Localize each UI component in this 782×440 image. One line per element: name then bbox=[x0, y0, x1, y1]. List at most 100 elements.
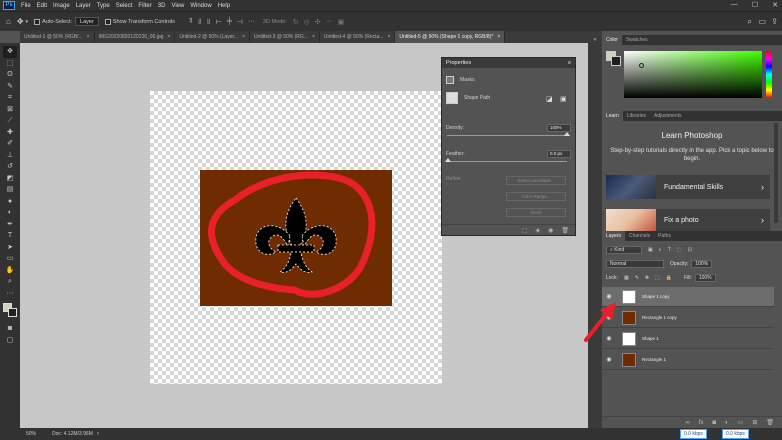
auto-select-checkbox[interactable] bbox=[34, 18, 41, 25]
blur-tool-icon[interactable]: ● bbox=[3, 196, 17, 208]
eyedropper-tool-icon[interactable]: ⟋ bbox=[3, 115, 17, 127]
tab-untitled-5[interactable]: Untitled-5 @ 50% (Shape 1 copy, RGB/8)* × bbox=[395, 31, 506, 43]
align-top-icon[interactable]: ⫪ bbox=[189, 18, 193, 26]
screen-mode-icon[interactable]: ▢ bbox=[3, 335, 17, 347]
align-middle-icon[interactable]: ⫫ bbox=[198, 18, 202, 26]
rectangle-tool-icon[interactable]: ▭ bbox=[3, 253, 17, 265]
dodge-tool-icon[interactable]: ◐ bbox=[3, 207, 17, 219]
color-field[interactable] bbox=[624, 51, 762, 98]
tab-libraries[interactable]: Libraries bbox=[623, 111, 650, 121]
move-tool-icon[interactable]: ✥ bbox=[17, 17, 24, 26]
blend-mode-dropdown[interactable]: Normal bbox=[606, 260, 664, 268]
crop-tool-icon[interactable]: ⌗ bbox=[3, 92, 17, 104]
align-center-icon[interactable]: ╪ bbox=[227, 18, 232, 26]
layer-kind-filter[interactable]: ⌕ Kind bbox=[606, 246, 642, 254]
tab-learn[interactable]: Learn bbox=[602, 111, 623, 121]
pixel-filter-icon[interactable]: ▣ bbox=[648, 247, 653, 253]
chevron-right-icon[interactable]: › bbox=[97, 431, 99, 437]
menu-window[interactable]: Window bbox=[190, 3, 211, 9]
close-icon[interactable]: × bbox=[387, 34, 390, 40]
auto-select-option[interactable]: Auto-Select: bbox=[34, 18, 72, 25]
hand-tool-icon[interactable]: ✋ bbox=[3, 265, 17, 277]
opacity-input[interactable]: 100% bbox=[691, 260, 713, 268]
tab-color[interactable]: Color bbox=[602, 35, 622, 45]
tab-untitled-2[interactable]: Untitled-2 @ 50% (Layer... × bbox=[175, 31, 250, 43]
lock-pixels-icon[interactable]: ✎ bbox=[635, 275, 639, 281]
3d-slide-icon[interactable]: ⇔ bbox=[326, 18, 333, 26]
smart-object-filter-icon[interactable]: ⊡ bbox=[688, 247, 692, 253]
shape-filter-icon[interactable]: ⬚ bbox=[677, 247, 682, 253]
layer-style-icon[interactable]: fx bbox=[699, 420, 704, 426]
collapse-icon[interactable]: « bbox=[588, 37, 602, 43]
layer-row-rectangle-1[interactable]: ◉ Rectangle 1 bbox=[602, 350, 774, 370]
delete-icon[interactable]: 🗑 bbox=[561, 227, 569, 234]
mask-thumbnail[interactable] bbox=[446, 92, 458, 104]
type-filter-icon[interactable]: T bbox=[668, 247, 671, 253]
tab-untitled-3[interactable]: Untitled-3 @ 50% (RG... × bbox=[249, 31, 320, 43]
layer-row-shape-1[interactable]: ◉ Shape 1 bbox=[602, 329, 774, 349]
type-tool-icon[interactable]: T bbox=[3, 230, 17, 242]
quick-select-tool-icon[interactable]: ✎ bbox=[3, 81, 17, 93]
density-slider-handle[interactable] bbox=[564, 132, 570, 136]
close-icon[interactable]: × bbox=[242, 34, 245, 40]
auto-select-dropdown[interactable]: Layer bbox=[75, 17, 99, 26]
close-icon[interactable]: × bbox=[167, 34, 170, 40]
minimize-button[interactable]: — bbox=[731, 1, 738, 9]
workspace-icon[interactable]: ▭ bbox=[758, 17, 766, 26]
adjustment-layer-icon[interactable]: ◐ bbox=[725, 420, 729, 426]
share-icon[interactable]: ⇪ bbox=[771, 17, 778, 26]
new-layer-icon[interactable]: ⊞ bbox=[752, 419, 757, 426]
density-input[interactable]: 100% bbox=[547, 124, 571, 132]
healing-brush-tool-icon[interactable]: ✚ bbox=[3, 127, 17, 139]
menu-3d[interactable]: 3D bbox=[158, 3, 166, 9]
menu-file[interactable]: File bbox=[21, 3, 31, 9]
zoom-tool-icon[interactable]: ⌕ bbox=[3, 276, 17, 288]
background-color-swatch[interactable] bbox=[8, 308, 17, 317]
brush-tool-icon[interactable]: ✐ bbox=[3, 138, 17, 150]
transform-controls-checkbox[interactable] bbox=[104, 18, 111, 25]
close-icon[interactable]: × bbox=[312, 34, 315, 40]
new-group-icon[interactable]: ▭ bbox=[738, 419, 744, 426]
gradient-tool-icon[interactable]: ▤ bbox=[3, 184, 17, 196]
add-pixel-mask-icon[interactable]: ◪ bbox=[546, 95, 553, 103]
feather-slider-handle[interactable] bbox=[445, 158, 451, 162]
more-tools-icon[interactable]: ··· bbox=[3, 288, 17, 300]
close-button[interactable]: ✕ bbox=[772, 1, 778, 9]
learn-card-fundamental-skills[interactable]: Fundamental Skills › bbox=[606, 175, 770, 199]
move-tool-icon[interactable]: ✥ bbox=[3, 46, 17, 58]
menu-type[interactable]: Type bbox=[97, 3, 110, 9]
visibility-eye-icon[interactable]: ◉ bbox=[604, 293, 614, 300]
feather-slider[interactable] bbox=[447, 161, 567, 162]
density-slider[interactable] bbox=[447, 135, 567, 136]
clone-stamp-tool-icon[interactable]: ⊥ bbox=[3, 150, 17, 162]
visibility-icon[interactable]: ◉ bbox=[548, 227, 553, 234]
menu-view[interactable]: View bbox=[171, 3, 184, 9]
background-color-swatch[interactable] bbox=[611, 56, 621, 66]
apply-mask-icon[interactable]: ◈ bbox=[536, 227, 541, 234]
link-layers-icon[interactable]: ∞ bbox=[685, 420, 689, 426]
tab-img[interactable]: IMG20220820120236_00.jpg × bbox=[94, 31, 176, 43]
layer-row-rectangle-1-copy[interactable]: ◉ Rectangle 1 copy bbox=[602, 308, 774, 328]
learn-card-fix-a-photo[interactable]: Fix a photo › bbox=[606, 209, 770, 231]
lock-transparency-icon[interactable]: ▦ bbox=[624, 275, 629, 281]
search-icon[interactable]: ⌕ bbox=[748, 17, 752, 27]
adjustment-filter-icon[interactable]: ◐ bbox=[659, 247, 662, 253]
3d-roll-icon[interactable]: ◎ bbox=[304, 18, 310, 26]
align-right-icon[interactable]: ⊣ bbox=[237, 18, 243, 26]
path-select-tool-icon[interactable]: ➤ bbox=[3, 242, 17, 254]
frame-tool-icon[interactable]: ⊠ bbox=[3, 104, 17, 116]
tab-swatches[interactable]: Swatches bbox=[622, 35, 652, 45]
3d-pan-icon[interactable]: ✣ bbox=[315, 18, 321, 26]
color-picker-handle[interactable] bbox=[639, 63, 644, 68]
close-icon[interactable]: × bbox=[87, 34, 90, 40]
color-range-button[interactable]: Color Range... bbox=[506, 192, 566, 201]
menu-filter[interactable]: Filter bbox=[138, 3, 151, 9]
add-vector-mask-icon[interactable]: ▣ bbox=[560, 95, 567, 103]
eraser-tool-icon[interactable]: ◩ bbox=[3, 173, 17, 185]
lock-all-icon[interactable]: 🔒 bbox=[666, 275, 672, 281]
fill-input[interactable]: 100% bbox=[694, 274, 716, 282]
close-icon[interactable]: × bbox=[497, 34, 500, 40]
hue-slider[interactable] bbox=[766, 51, 772, 98]
tab-paths[interactable]: Paths bbox=[654, 231, 675, 241]
add-mask-icon[interactable]: ◙ bbox=[712, 420, 716, 426]
